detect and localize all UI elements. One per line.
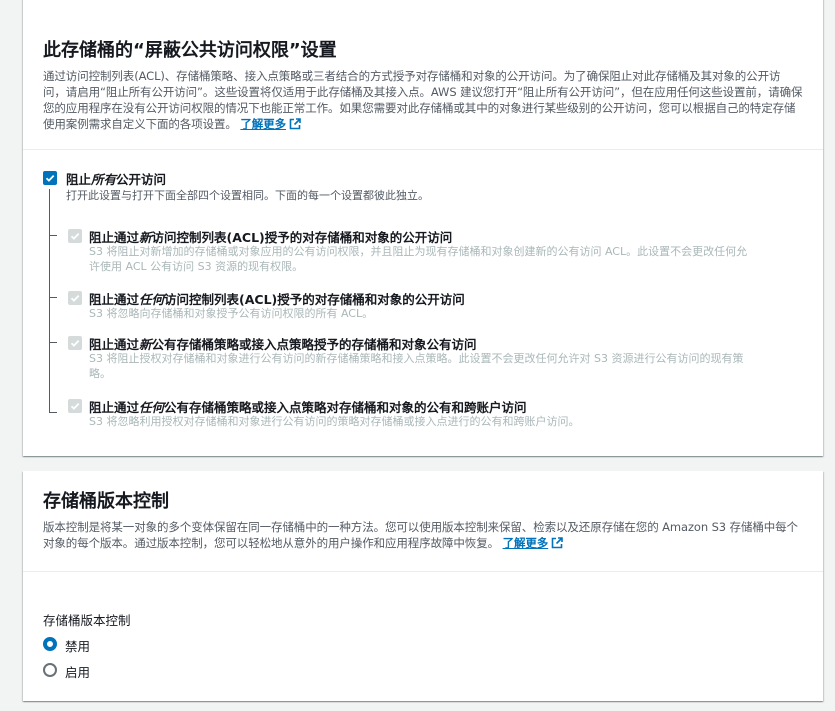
block-any-acl-checkbox[interactable] (68, 291, 82, 305)
block-public-access-panel: 此存储桶的“屏蔽公共访问权限”设置 通过访问控制列表(ACL)、存储桶策略、接入… (23, 0, 823, 456)
versioning-field-label: 存储桶版本控制 (43, 613, 131, 628)
versioning-panel: 存储桶版本控制 版本控制是将某一对象的多个变体保留在同一存储桶中的一种方法。您可… (23, 471, 823, 701)
block-public-access-header: 此存储桶的“屏蔽公共访问权限”设置 通过访问控制列表(ACL)、存储桶策略、接入… (23, 0, 823, 150)
versioning-disable-radio[interactable] (43, 637, 57, 651)
check-icon (70, 339, 80, 347)
learn-more-link[interactable]: 了解更多 (240, 117, 301, 131)
external-link-icon (289, 118, 301, 130)
block-new-acl-checkbox[interactable] (68, 229, 82, 243)
versioning-header: 存储桶版本控制 版本控制是将某一对象的多个变体保留在同一存储桶中的一种方法。您可… (23, 471, 823, 572)
tree-branch (49, 342, 57, 343)
external-link-icon (551, 537, 563, 549)
tree-line (49, 189, 50, 413)
check-icon (70, 402, 80, 410)
check-icon (45, 174, 55, 182)
check-icon (70, 294, 80, 302)
block-new-policy-checkbox[interactable] (68, 336, 82, 350)
learn-more-link[interactable]: 了解更多 (503, 536, 564, 550)
block-new-policy-description: S3 将阻止授权对存储桶和对象进行公有访问的新存储桶策略和接入点策略。此设置不会… (89, 352, 744, 380)
block-any-policy-description: S3 将忽略利用授权对存储桶和对象进行公有访问的策略对存储桶或接入点进行的公有和… (89, 415, 580, 428)
block-all-description: 打开此设置与打开下面全部四个设置相同。下面的每一个设置都彼此独立。 (66, 189, 429, 202)
block-new-acl-description: S3 将阻止对新增加的存储桶或对象应用的公有访问权限，并且阻止为现有存储桶和对象… (89, 245, 748, 273)
tree-branch (49, 297, 57, 298)
versioning-enable-radio[interactable] (43, 663, 57, 677)
block-any-policy-checkbox[interactable] (68, 399, 82, 413)
versioning-description: 版本控制是将某一对象的多个变体保留在同一存储桶中的一种方法。您可以使用版本控制来… (43, 520, 798, 550)
block-public-access-title: 此存储桶的“屏蔽公共访问权限”设置 (43, 40, 337, 61)
tree-branch (49, 235, 57, 236)
versioning-disable-label[interactable]: 禁用 (65, 636, 90, 655)
tree-branch (49, 412, 57, 413)
block-public-access-description: 通过访问控制列表(ACL)、存储桶策略、接入点策略或三者结合的方式授予对存储桶和… (43, 69, 803, 131)
versioning-enable-label[interactable]: 启用 (65, 662, 90, 681)
block-all-checkbox[interactable] (43, 171, 57, 185)
block-any-acl-description: S3 将忽略向存储桶和对象授予公有访问权限的所有 ACL。 (89, 307, 374, 320)
versioning-title: 存储桶版本控制 (43, 491, 169, 512)
block-all-label: 阻止所有公开访问 (66, 172, 167, 187)
check-icon (70, 232, 80, 240)
